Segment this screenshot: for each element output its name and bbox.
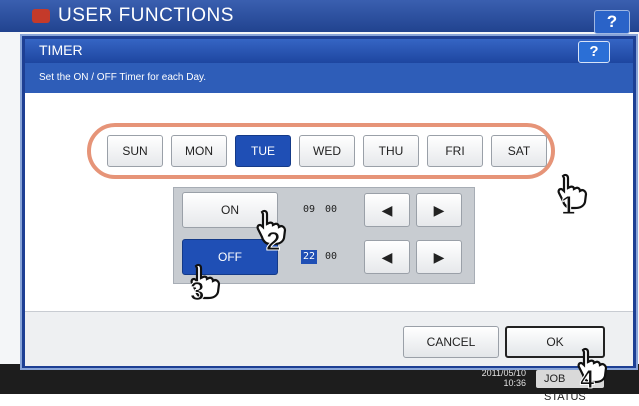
- clock-time: 10:36: [503, 378, 526, 388]
- off-hour[interactable]: 22: [301, 250, 317, 264]
- step-marker-4: 4: [579, 364, 595, 395]
- printer-logo-icon: [32, 9, 50, 23]
- on-right-arrow-button[interactable]: ▶: [416, 193, 462, 227]
- step-marker-2: 2: [265, 226, 281, 257]
- day-button-thu[interactable]: THU: [363, 135, 419, 167]
- cancel-button[interactable]: CANCEL: [403, 326, 499, 358]
- off-minute[interactable]: 00: [323, 250, 339, 264]
- day-button-wed[interactable]: WED: [299, 135, 355, 167]
- background-title: USER FUNCTIONS: [58, 5, 234, 26]
- day-button-fri[interactable]: FRI: [427, 135, 483, 167]
- instruction-bar: Set the ON / OFF Timer for each Day.: [25, 63, 633, 93]
- dialog-body: SUN MON TUE WED THU FRI SAT ON 09 00 ◀ ▶…: [25, 93, 633, 311]
- on-left-arrow-button[interactable]: ◀: [364, 193, 410, 227]
- day-button-mon[interactable]: MON: [171, 135, 227, 167]
- instruction-text: Set the ON / OFF Timer for each Day.: [39, 72, 207, 83]
- dialog-footer: CANCEL OK: [25, 311, 633, 366]
- on-minute[interactable]: 00: [323, 203, 339, 217]
- on-hour[interactable]: 09: [301, 203, 317, 217]
- dialog-title: TIMER: [39, 42, 83, 58]
- dialog-help-button[interactable]: ?: [578, 41, 610, 63]
- off-left-arrow-button[interactable]: ◀: [364, 240, 410, 274]
- step-marker-1: 1: [560, 190, 576, 221]
- step-marker-3: 3: [189, 276, 205, 307]
- off-right-arrow-button[interactable]: ▶: [416, 240, 462, 274]
- timer-dialog: TIMER ? Set the ON / OFF Timer for each …: [22, 36, 636, 368]
- clock-date: 2011/05/10: [481, 368, 526, 378]
- clock: 2011/05/10 10:36: [470, 368, 526, 388]
- day-button-sat[interactable]: SAT: [491, 135, 547, 167]
- day-button-sun[interactable]: SUN: [107, 135, 163, 167]
- background-help-button[interactable]: ?: [594, 10, 630, 34]
- dialog-titlebar: TIMER ?: [25, 39, 633, 63]
- day-button-tue[interactable]: TUE: [235, 135, 291, 167]
